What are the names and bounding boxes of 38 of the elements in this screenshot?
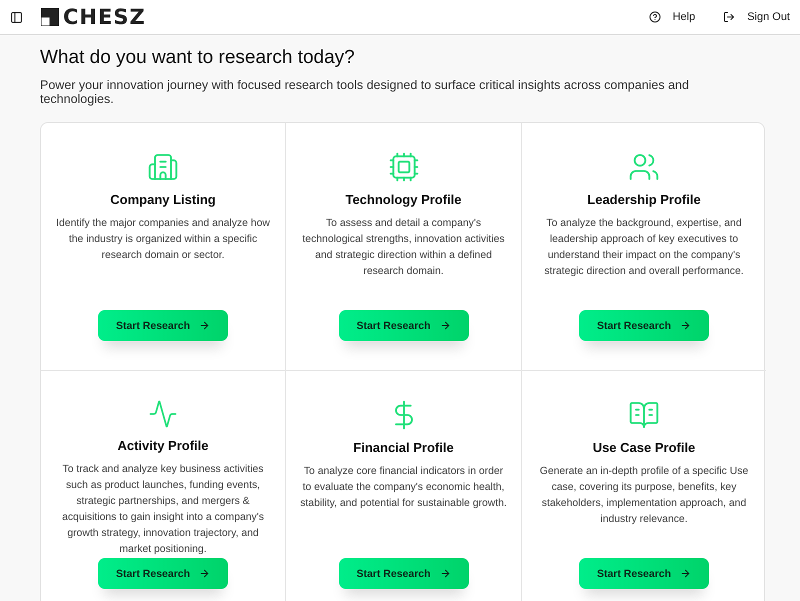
sign-out-link[interactable]: Sign Out bbox=[723, 11, 790, 23]
page-title: What do you want to research today? bbox=[40, 47, 356, 69]
card-title: Activity Profile bbox=[117, 438, 209, 453]
card-title: Technology Profile bbox=[345, 192, 462, 207]
users-icon bbox=[628, 151, 660, 183]
card-title: Use Case Profile bbox=[592, 440, 696, 455]
start-research-button[interactable]: Start Research bbox=[579, 558, 709, 589]
page-subtitle: Power your innovation journey with focused research tools designed to surface critical insights across companies and technologies. bbox=[40, 78, 690, 106]
card-title: Financial Profile bbox=[353, 440, 454, 455]
pulse-icon bbox=[147, 399, 179, 429]
logo-icon bbox=[41, 8, 59, 26]
start-research-button[interactable]: Start Research bbox=[98, 310, 228, 341]
card-description: To assess and detail a company's technological strengths, innovation activities and strategic direction within a defined research domain. bbox=[301, 217, 506, 279]
arrow-icon bbox=[680, 320, 692, 331]
chip-icon bbox=[388, 151, 420, 183]
start-research-button[interactable]: Start Research bbox=[98, 558, 228, 589]
sign-out-icon bbox=[723, 11, 736, 23]
sidebar-toggle-icon[interactable] bbox=[10, 10, 23, 24]
logo-text: CHESZ bbox=[63, 5, 146, 29]
arrow-icon bbox=[199, 568, 210, 579]
start-research-button[interactable]: Start Research bbox=[338, 558, 468, 589]
arrow-icon bbox=[680, 568, 692, 579]
help-icon bbox=[648, 11, 661, 23]
arrow-icon bbox=[199, 320, 210, 331]
card-description: Identify the major companies and analyze how the industry is organized within a specific research domain or sector. bbox=[55, 217, 271, 263]
arrow-icon bbox=[440, 568, 451, 579]
card-title: Leadership Profile bbox=[587, 192, 701, 207]
building-icon bbox=[147, 151, 179, 183]
card-description: To track and analyze key business activities such as product launches, funding events, strategic partnerships, and mergers & acquisitions to gain insight into a company's growth strategy, innovation trajectory, and market positioning. bbox=[61, 463, 265, 557]
card-title: Company Listing bbox=[110, 192, 216, 207]
book-icon bbox=[628, 399, 660, 431]
start-research-button[interactable]: Start Research bbox=[579, 310, 709, 341]
start-research-button[interactable]: Start Research bbox=[338, 310, 468, 341]
card-description: Generate an in-depth profile of a specific Use case, covering its purpose, benefits, key stakeholders, implementation approach, and industry relevance. bbox=[538, 465, 750, 527]
card-description: To analyze the background, expertise, and leadership approach of key executives to understand their impact on the company's strategic direction and overall performance. bbox=[543, 217, 745, 279]
arrow-icon bbox=[440, 320, 451, 331]
card-description: To analyze core financial indicators in order to evaluate the company's economic health, stability, and potential for sustainable growth. bbox=[300, 465, 507, 511]
help-link[interactable]: Help bbox=[648, 11, 696, 23]
